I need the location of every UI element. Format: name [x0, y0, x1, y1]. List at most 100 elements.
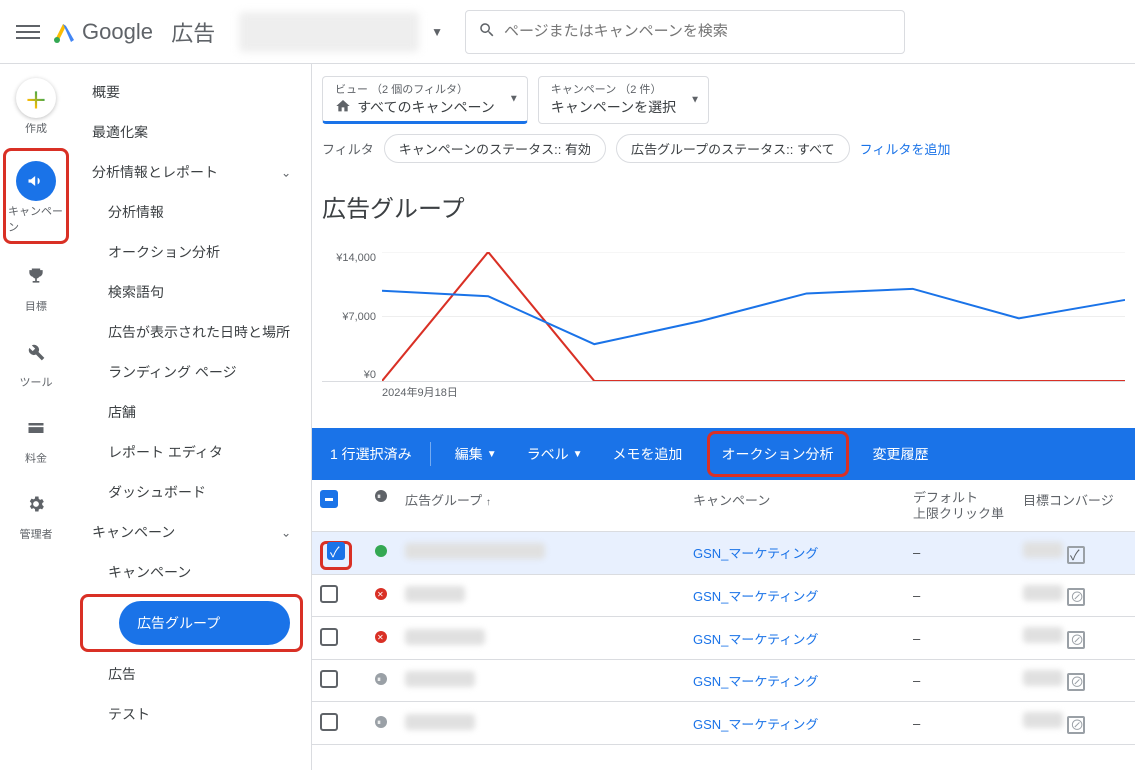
filter-label: フィルタ	[322, 139, 374, 158]
default-cpc: –	[905, 702, 1015, 745]
trophy-icon	[16, 256, 56, 296]
target-conv	[1015, 532, 1135, 575]
conv-ok-icon	[1067, 546, 1085, 564]
adgroup-name-blurred[interactable]	[405, 629, 485, 645]
conv-no-icon	[1067, 631, 1085, 649]
label-button[interactable]: ラベル▼	[521, 440, 589, 468]
sidebar-item-test[interactable]: テスト	[72, 694, 311, 734]
sidebar-item-landing[interactable]: ランディング ページ	[72, 352, 311, 392]
sidebar-item-insights-parent[interactable]: 分析情報とレポート⌃	[72, 152, 311, 192]
rail-admin[interactable]: 管理者	[8, 478, 64, 548]
table-row[interactable]: GSN_マーケティング –	[312, 532, 1135, 575]
y-tick: ¥0	[364, 369, 376, 381]
row-checkbox[interactable]	[327, 542, 345, 560]
sidebar-item-auction[interactable]: オークション分析	[72, 232, 311, 272]
y-tick: ¥14,000	[336, 252, 376, 264]
y-tick: ¥7,000	[342, 311, 376, 323]
header-default-cpc[interactable]: デフォルト上限クリック単	[905, 480, 1015, 532]
wrench-icon	[16, 332, 56, 372]
campaign-link[interactable]: GSN_マーケティング	[693, 717, 818, 732]
sidebar-item-dashboard[interactable]: ダッシュボード	[72, 472, 311, 512]
adgroup-name-blurred[interactable]	[405, 714, 475, 730]
brand-logo: Google 広告	[52, 16, 215, 48]
search-box[interactable]	[465, 10, 905, 54]
add-memo-button[interactable]: メモを追加	[607, 440, 689, 468]
chevron-up-icon: ⌃	[281, 525, 291, 539]
header-target-conv[interactable]: 目標コンバージ	[1015, 480, 1135, 532]
header-campaign[interactable]: キャンペーン	[685, 480, 905, 532]
caret-down-icon[interactable]: ▼	[431, 25, 443, 39]
sidebar-item-campaign-parent[interactable]: キャンペーン⌃	[72, 512, 311, 552]
conv-no-icon	[1067, 716, 1085, 734]
sidebar-item-store[interactable]: 店舗	[72, 392, 311, 432]
sidebar-item-recommend[interactable]: 最適化案	[72, 112, 311, 152]
sidebar-item-campaign[interactable]: キャンペーン	[72, 552, 311, 592]
menu-icon[interactable]	[16, 20, 40, 44]
adgroup-name-blurred[interactable]	[405, 543, 545, 559]
selection-toolbar: 1 行選択済み 編集▼ ラベル▼ メモを追加 オークション分析 変更履歴	[312, 428, 1135, 480]
status-paused-icon[interactable]	[375, 716, 387, 728]
search-input[interactable]	[504, 23, 892, 40]
default-cpc: –	[905, 617, 1015, 660]
auction-analysis-button[interactable]: オークション分析	[716, 440, 840, 468]
selection-count: 1 行選択済み	[330, 444, 412, 464]
row-checkbox[interactable]	[320, 585, 338, 603]
sidebar-item-where[interactable]: 広告が表示された日時と場所	[72, 312, 311, 352]
table-row[interactable]: GSN_マーケティング –	[312, 574, 1135, 617]
default-cpc: –	[905, 574, 1015, 617]
table-row[interactable]: GSN_マーケティング –	[312, 702, 1135, 745]
gear-icon	[16, 484, 56, 524]
row-checkbox[interactable]	[320, 670, 338, 688]
status-enabled-icon[interactable]	[375, 545, 387, 557]
overview-chart[interactable]: ¥14,000 ¥7,000 ¥0	[322, 252, 1125, 382]
campaign-link[interactable]: GSN_マーケティング	[693, 632, 818, 647]
sidebar-item-adgroup[interactable]: 広告グループ	[119, 601, 290, 645]
google-ads-logo-icon	[52, 20, 76, 44]
page-title: 広告グループ	[312, 173, 1135, 252]
caret-down-icon: ▼	[509, 94, 519, 105]
adgroup-name-blurred[interactable]	[405, 586, 465, 602]
chart-svg	[382, 252, 1125, 381]
status-removed-icon[interactable]	[375, 588, 387, 600]
rail-create[interactable]: ＋ 作成	[8, 72, 64, 142]
campaign-link[interactable]: GSN_マーケティング	[693, 674, 818, 689]
nav-rail: ＋ 作成 キャンペーン 目標 ツール	[0, 64, 72, 770]
filter-chip-adgroup-status[interactable]: 広告グループのステータス:: すべて	[616, 134, 850, 163]
campaign-link[interactable]: GSN_マーケティング	[693, 546, 818, 561]
default-cpc: –	[905, 659, 1015, 702]
rail-campaign[interactable]: キャンペーン	[8, 155, 64, 241]
header-adgroup[interactable]: 広告グループ ↑	[397, 480, 685, 532]
megaphone-icon	[16, 161, 56, 201]
conv-no-icon	[1067, 588, 1085, 606]
sidebar-item-terms[interactable]: 検索語句	[72, 272, 311, 312]
filter-add-link[interactable]: フィルタを追加	[860, 139, 951, 158]
sidebar-item-overview[interactable]: 概要	[72, 72, 311, 112]
caret-down-icon: ▼	[690, 95, 700, 106]
row-checkbox[interactable]	[320, 628, 338, 646]
campaign-link[interactable]: GSN_マーケティング	[693, 589, 818, 604]
change-history-button[interactable]: 変更履歴	[867, 440, 935, 468]
rail-goal[interactable]: 目標	[8, 250, 64, 320]
table-row[interactable]: GSN_マーケティング –	[312, 659, 1135, 702]
adgroup-name-blurred[interactable]	[405, 671, 475, 687]
status-removed-icon[interactable]	[375, 631, 387, 643]
filter-chip-campaign-status[interactable]: キャンペーンのステータス:: 有効	[384, 134, 606, 163]
sidebar-item-report-editor[interactable]: レポート エディタ	[72, 432, 311, 472]
row-checkbox[interactable]	[320, 713, 338, 731]
table-row[interactable]: GSN_マーケティング –	[312, 617, 1135, 660]
conv-no-icon	[1067, 673, 1085, 691]
campaign-dropdown[interactable]: キャンペーン （2 件） キャンペーンを選択 ▼	[538, 76, 709, 124]
rail-tool[interactable]: ツール	[8, 326, 64, 396]
rail-billing[interactable]: 料金	[8, 402, 64, 472]
sort-asc-icon: ↑	[486, 497, 491, 508]
status-header-icon[interactable]	[375, 490, 387, 502]
sidebar-item-insights[interactable]: 分析情報	[72, 192, 311, 232]
sidebar: 概要 最適化案 分析情報とレポート⌃ 分析情報 オークション分析 検索語句 広告…	[72, 64, 312, 770]
status-paused-icon[interactable]	[375, 673, 387, 685]
view-dropdown[interactable]: ビュー （2 個のフィルタ） すべてのキャンペーン ▼	[322, 76, 528, 124]
account-selector-blurred[interactable]	[239, 12, 419, 52]
select-all-checkbox[interactable]	[320, 490, 338, 508]
sidebar-item-ads[interactable]: 広告	[72, 654, 311, 694]
edit-button[interactable]: 編集▼	[449, 440, 503, 468]
default-cpc: –	[905, 532, 1015, 575]
